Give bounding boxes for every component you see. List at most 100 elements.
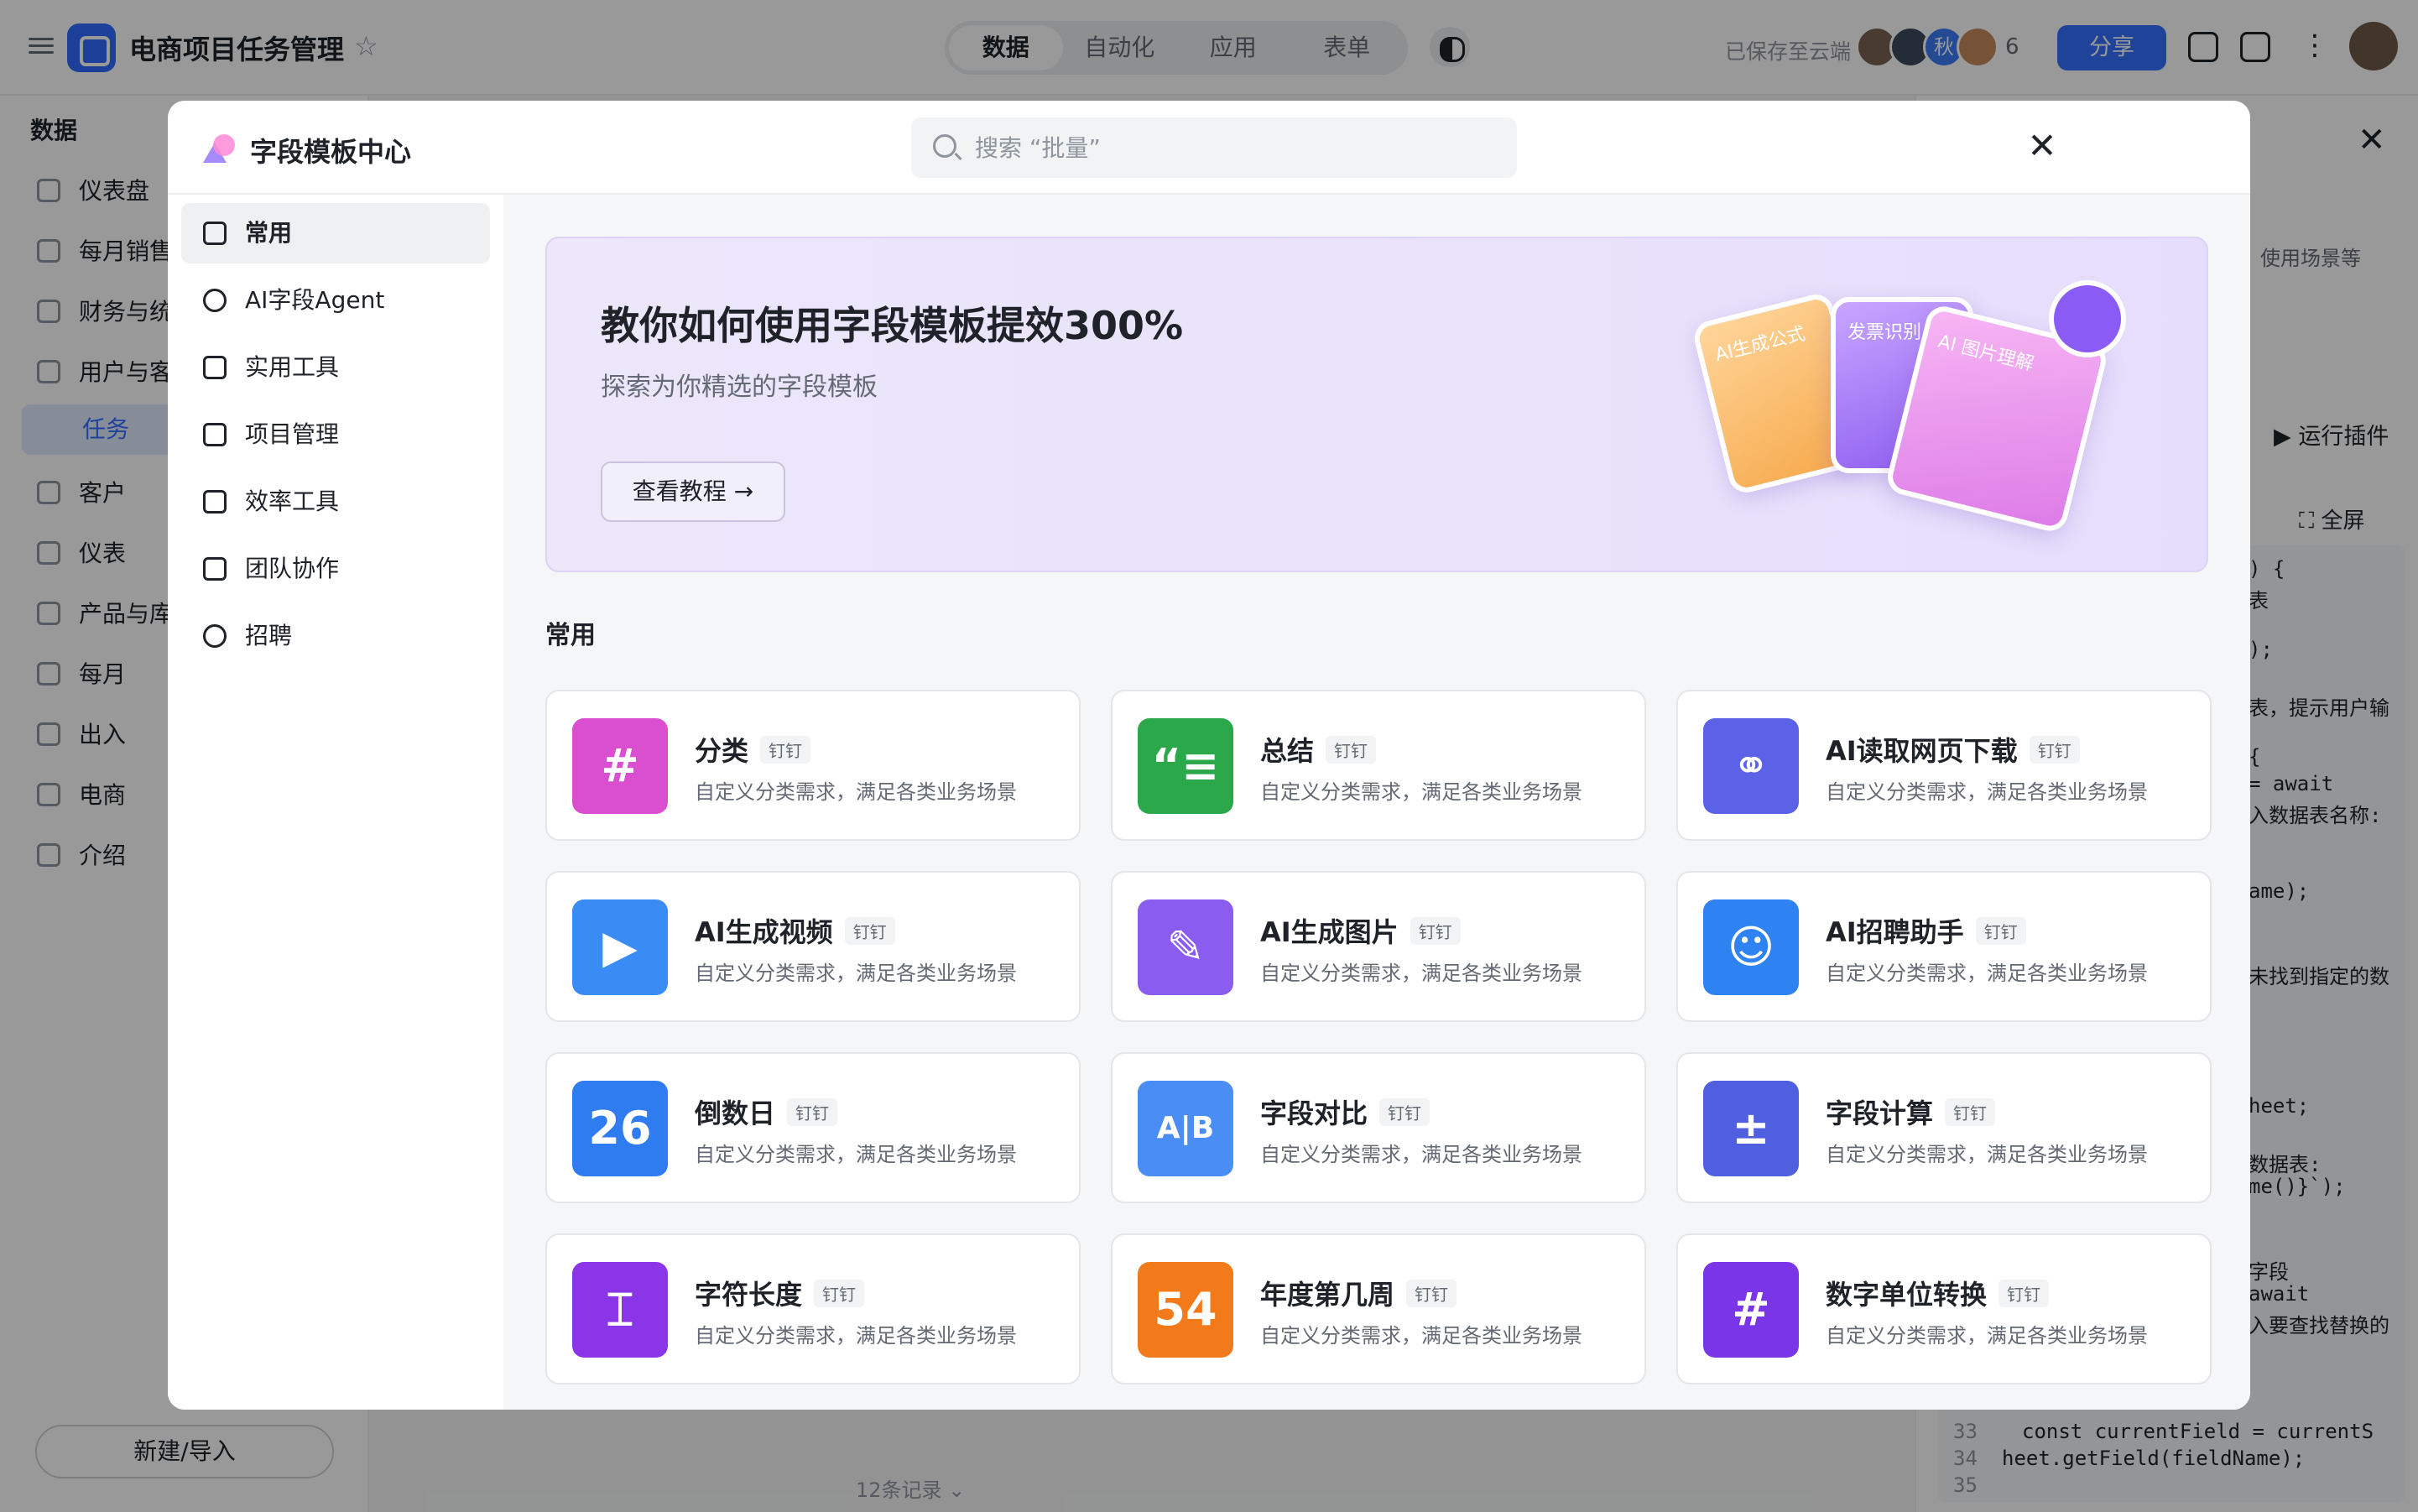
template-description: 自定义分类需求，满足各类业务场景 — [1826, 780, 2148, 804]
template-name: 字段计算 钉钉 — [1826, 1092, 1996, 1131]
folder-icon — [203, 423, 227, 446]
modal-title: 字段模板中心 — [250, 136, 412, 168]
template-description: 自定义分类需求，满足各类业务场景 — [1260, 780, 1582, 804]
template-description: 自定义分类需求，满足各类业务场景 — [695, 1143, 1017, 1166]
category-label: 项目管理 — [245, 420, 340, 448]
template-description: 自定义分类需求，满足各类业务场景 — [1826, 1143, 2148, 1166]
view-tutorial-label: 查看教程 — [632, 477, 727, 505]
template-card[interactable]: ± 字段计算 钉钉自定义分类需求，满足各类业务场景 — [1676, 1052, 2212, 1203]
template-content: 教你如何使用字段模板提效300% 探索为你精选的字段模板 查看教程 → AI生成… — [503, 195, 2250, 1410]
template-card[interactable]: ⚭ AI读取网页下载 钉钉自定义分类需求，满足各类业务场景 — [1676, 690, 2212, 841]
template-description: 自定义分类需求，满足各类业务场景 — [1826, 1324, 2148, 1348]
category-tools[interactable]: 实用工具 — [181, 337, 490, 398]
tool-icon — [203, 356, 227, 379]
template-description: 自定义分类需求，满足各类业务场景 — [695, 962, 1017, 985]
template-card[interactable]: 54 年度第几周 钉钉 自定义分类需求，满足各类业务场景 — [1111, 1233, 1646, 1384]
template-tag: 钉钉 — [1326, 736, 1377, 764]
category-recruit[interactable]: 招聘 — [181, 606, 490, 666]
section-title: 常用 — [545, 621, 596, 650]
resume-icon: ☺ — [1703, 899, 1799, 995]
search-icon — [933, 134, 956, 158]
template-name: AI招聘助手 钉钉 — [1826, 911, 2026, 950]
template-name: AI生成视频 钉钉 — [695, 911, 895, 950]
calculator-icon: ± — [1703, 1081, 1799, 1176]
category-ai-agent[interactable]: AI字段Agent — [181, 270, 490, 331]
week-calendar-icon: 54 — [1138, 1262, 1233, 1358]
template-tag: 钉钉 — [814, 1280, 865, 1307]
template-name-text: 总结 — [1260, 735, 1315, 767]
category-sidebar: 常用 AI字段Agent 实用工具 项目管理 效率工具 团队协作 招聘 — [168, 195, 503, 1410]
template-name-text: AI招聘助手 — [1826, 916, 1964, 948]
template-tag: 钉钉 — [760, 736, 811, 764]
modal-header: 字段模板中心 ✕ — [168, 101, 2250, 195]
template-name-text: AI读取网页下载 — [1826, 735, 2018, 767]
template-tag: 钉钉 — [1945, 1098, 1996, 1126]
template-card[interactable]: “≡ 总结 钉钉自定义分类需求，满足各类业务场景 — [1111, 690, 1646, 841]
template-tag: 钉钉 — [1379, 1098, 1430, 1126]
template-name: AI读取网页下载 钉钉 — [1826, 730, 2080, 769]
template-name: 倒数日 钉钉 — [695, 1092, 838, 1131]
template-name: 字段对比 钉钉 — [1260, 1092, 1430, 1131]
template-name-text: 字符长度 — [695, 1279, 803, 1311]
template-card[interactable]: ⌶ 字符长度 钉钉 自定义分类需求，满足各类业务场景 — [545, 1233, 1081, 1384]
tutorial-banner: 教你如何使用字段模板提效300% 探索为你精选的字段模板 查看教程 → AI生成… — [545, 237, 2208, 572]
template-card[interactable]: 26 倒数日 钉钉自定义分类需求，满足各类业务场景 — [545, 1052, 1081, 1203]
recruit-icon — [203, 624, 227, 648]
template-name-text: 数字单位转换 — [1826, 1279, 1988, 1311]
template-name: AI生成图片 钉钉 — [1260, 911, 1461, 950]
template-tag: 钉钉 — [844, 917, 895, 945]
template-name-text: 字段对比 — [1260, 1098, 1368, 1129]
brush-icon: ✎ — [1138, 899, 1233, 995]
template-tag: 钉钉 — [2029, 736, 2080, 764]
text-cursor-icon: ⌶ — [572, 1262, 668, 1358]
template-tag: 钉钉 — [1975, 917, 2026, 945]
countdown-calendar-icon: 26 — [572, 1081, 668, 1176]
category-label: 常用 — [245, 219, 293, 247]
banner-subtitle: 探索为你精选的字段模板 — [601, 373, 878, 402]
field-template-modal: 字段模板中心 ✕ 常用 AI字段Agent 实用工具 项目管理 效率工具 团队协… — [168, 101, 2250, 1410]
search-input[interactable] — [975, 117, 1495, 178]
template-tag: 钉钉 — [1410, 917, 1461, 945]
bar-chart-icon — [203, 490, 227, 514]
template-name: 分类 钉钉 — [695, 730, 811, 769]
template-name: 总结 钉钉 — [1260, 730, 1377, 769]
template-description: 自定义分类需求，满足各类业务场景 — [1260, 1143, 1582, 1166]
template-center-logo-icon — [203, 134, 235, 163]
heart-badge-icon — [2049, 280, 2126, 357]
home-icon — [203, 222, 227, 245]
template-name-text: 年度第几周 — [1260, 1279, 1395, 1311]
template-name-text: AI生成图片 — [1260, 916, 1399, 948]
template-card[interactable]: # 分类 钉钉自定义分类需求，满足各类业务场景 — [545, 690, 1081, 841]
close-icon[interactable]: ✕ — [2020, 124, 2064, 168]
category-label: 实用工具 — [245, 353, 340, 381]
template-description: 自定义分类需求，满足各类业务场景 — [1826, 962, 2148, 985]
category-common[interactable]: 常用 — [181, 203, 490, 263]
template-description: 自定义分类需求，满足各类业务场景 — [1260, 962, 1582, 985]
template-name-text: 倒数日 — [695, 1098, 776, 1129]
banner-title: 教你如何使用字段模板提效300% — [601, 303, 1184, 348]
template-tag: 钉钉 — [787, 1098, 838, 1126]
category-efficiency[interactable]: 效率工具 — [181, 472, 490, 532]
quote-lines-icon: “≡ — [1138, 718, 1233, 814]
template-name: 字符长度 钉钉 — [695, 1274, 865, 1312]
link-sparkle-icon: ⚭ — [1703, 718, 1799, 814]
template-card[interactable]: ▶ AI生成视频 钉钉 自定义分类需求，满足各类业务场景 — [545, 871, 1081, 1022]
ai-circle-icon — [203, 289, 227, 312]
category-label: AI字段Agent — [245, 286, 385, 314]
template-card[interactable]: ☺ AI招聘助手 钉钉自定义分类需求，满足各类业务场景 — [1676, 871, 2212, 1022]
template-card[interactable]: ✎ AI生成图片 钉钉自定义分类需求，满足各类业务场景 — [1111, 871, 1646, 1022]
hashtag-sparkle-icon: # — [572, 718, 668, 814]
template-name-text: 字段计算 — [1826, 1098, 1934, 1129]
template-description: 自定义分类需求，满足各类业务场景 — [695, 780, 1017, 804]
template-description: 自定义分类需求，满足各类业务场景 — [1260, 1324, 1582, 1348]
document-icon — [203, 557, 227, 581]
category-label: 效率工具 — [245, 487, 340, 515]
category-label: 团队协作 — [245, 555, 340, 582]
category-team[interactable]: 团队协作 — [181, 539, 490, 599]
search-box[interactable] — [911, 117, 1517, 178]
category-project[interactable]: 项目管理 — [181, 404, 490, 465]
view-tutorial-button[interactable]: 查看教程 → — [601, 461, 785, 522]
template-card[interactable]: # 数字单位转换 钉钉 自定义分类需求，满足各类业务场景 — [1676, 1233, 2212, 1384]
category-label: 招聘 — [245, 622, 293, 649]
template-card[interactable]: A|B 字段对比 钉钉 自定义分类需求，满足各类业务场景 — [1111, 1052, 1646, 1203]
